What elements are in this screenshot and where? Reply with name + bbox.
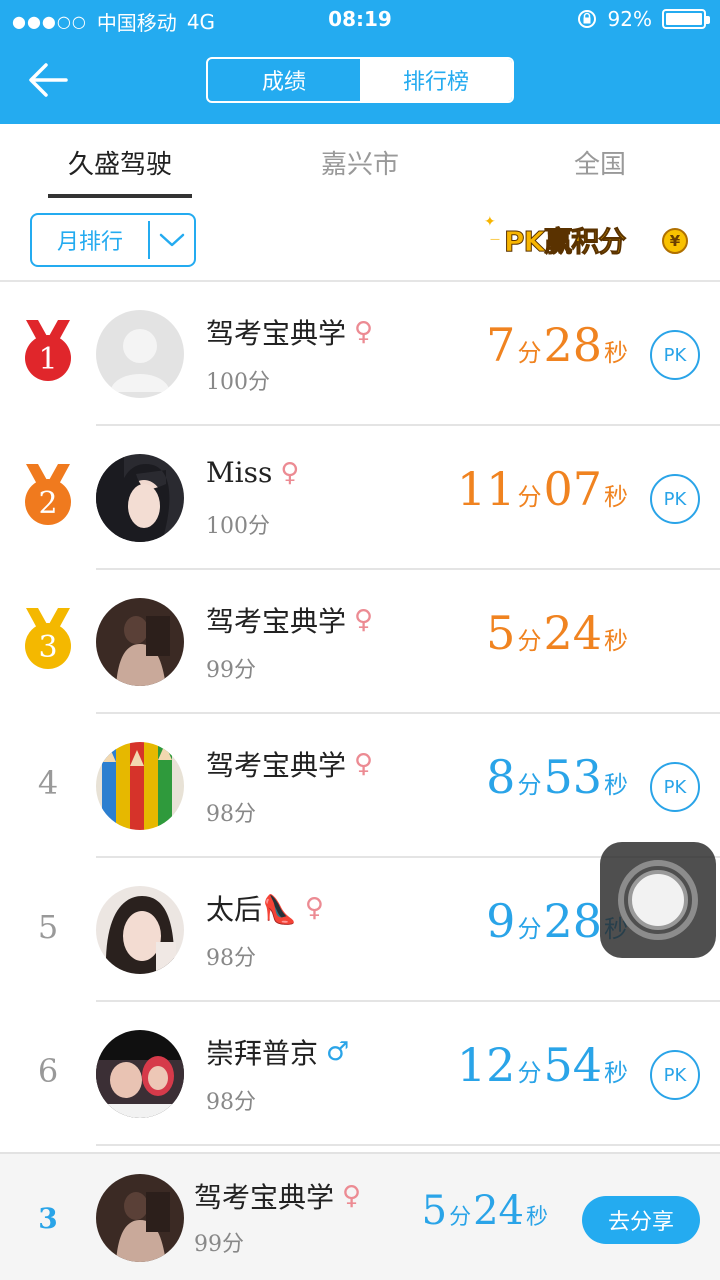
male-icon: ♂ [326,1037,350,1067]
completion-time: 12 分 54 秒 [456,1038,628,1092]
user-score: 100分 [206,370,270,395]
completion-time: 8 分 53 秒 [486,750,628,804]
rank-number: 6 [37,1052,59,1090]
sparkle-icon: — [490,234,500,245]
rank-number: 4 [37,764,59,802]
ranking-row[interactable]: 6 崇拜普京 ♂ 98分 12 分 54 秒 PK [0,1002,720,1146]
completion-time: 5 分 24 秒 [486,606,628,660]
ranking-row[interactable]: 4 驾考宝典学 ♀ 98分 8 分 53 秒 PK [0,714,720,858]
tab-national[interactable]: 全国 [480,124,720,200]
share-button[interactable]: 去分享 [582,1196,700,1244]
user-name: 驾考宝典学 ♀ [206,605,374,638]
female-icon: ♀ [304,893,324,923]
user-score: 100分 [206,514,270,539]
status-bar: ●●●○○ 中国移动 4G 08:19 92% [0,0,720,40]
period-label: 月排行 [56,230,123,255]
period-dropdown[interactable]: 月排行 [30,213,196,267]
region-tabs: 久盛驾驶 嘉兴市 全国 [0,124,720,200]
pk-button[interactable]: PK [650,330,700,380]
rotation-lock-icon [577,10,596,28]
avatar[interactable] [96,1174,184,1262]
user-name: 崇拜普京 ♂ [206,1037,350,1070]
silver-medal-icon: 2 [25,464,71,525]
female-icon: ♀ [354,317,374,347]
rank-number: 5 [37,908,59,946]
assistive-touch-core [628,870,688,930]
gold-medal-icon: 1 [25,320,71,381]
tab-school[interactable]: 久盛驾驶 [0,124,240,200]
battery-icon [662,9,710,29]
my-rank-bar: 3 驾考宝典学 ♀ 99分 5 分 24 秒 去分享 [0,1152,720,1280]
avatar[interactable] [96,598,184,686]
my-rank-number: 3 [38,1202,58,1235]
user-score: 98分 [206,802,256,827]
sparkle-icon: ✦ [484,214,496,230]
top-bar: ●●●○○ 中国移动 4G 08:19 92% 成绩 排行榜 [0,0,720,124]
svg-text:3: 3 [38,630,57,665]
avatar[interactable] [96,886,184,974]
tab-leaderboard[interactable]: 排行榜 [360,59,512,101]
coin-icon: ¥ [662,228,688,254]
avatar[interactable] [96,1030,184,1118]
ranking-row[interactable]: 2 Miss ♀ 100分 11 分 07 秒 PK [0,426,720,570]
my-completion-time: 5 分 24 秒 [421,1188,548,1234]
bronze-medal-icon: 3 [25,608,71,669]
pk-button[interactable]: PK [650,474,700,524]
ranking-row[interactable]: 3 驾考宝典学 ♀ 99分 5 分 24 秒 [0,570,720,714]
battery-percent: 92% [607,7,652,31]
female-icon: ♀ [354,605,374,635]
pk-button[interactable]: PK [650,762,700,812]
tab-scores[interactable]: 成绩 [208,59,360,101]
female-icon: ♀ [280,457,300,488]
active-tab-indicator [48,194,192,198]
back-arrow-icon[interactable] [26,60,70,100]
chevron-down-icon [150,232,194,248]
user-name: Miss ♀ [206,456,300,489]
female-icon: ♀ [342,1181,362,1211]
pk-promo-banner[interactable]: ✦ — PK赢积分 ¥ [480,210,702,268]
pk-button[interactable]: PK [650,1050,700,1100]
user-score: 98分 [206,946,256,971]
svg-text:2: 2 [38,486,57,521]
user-name: 太后👠 ♀ [206,893,324,926]
user-name: 驾考宝典学 ♀ [206,749,374,782]
ranking-row[interactable]: 1 驾考宝典学 ♀ 100分 7 分 28 秒 PK [0,282,720,426]
assistive-touch-button[interactable] [600,842,716,958]
completion-time: 7 分 28 秒 [486,318,628,372]
row-divider [96,1144,720,1146]
pk-promo-text: PK赢积分 [503,225,626,259]
user-name: 驾考宝典学 ♀ [206,317,374,350]
tab-city[interactable]: 嘉兴市 [240,124,480,200]
user-score: 98分 [206,1090,256,1115]
avatar[interactable] [96,742,184,830]
avatar[interactable] [96,310,184,398]
user-score: 99分 [206,658,256,683]
my-user-name: 驾考宝典学 ♀ [194,1181,362,1214]
segment-control: 成绩 排行榜 [206,57,514,103]
completion-time: 11 分 07 秒 [456,462,628,516]
female-icon: ♀ [354,749,374,779]
my-user-score: 99分 [194,1232,244,1257]
avatar[interactable] [96,454,184,542]
svg-text:1: 1 [38,342,57,377]
